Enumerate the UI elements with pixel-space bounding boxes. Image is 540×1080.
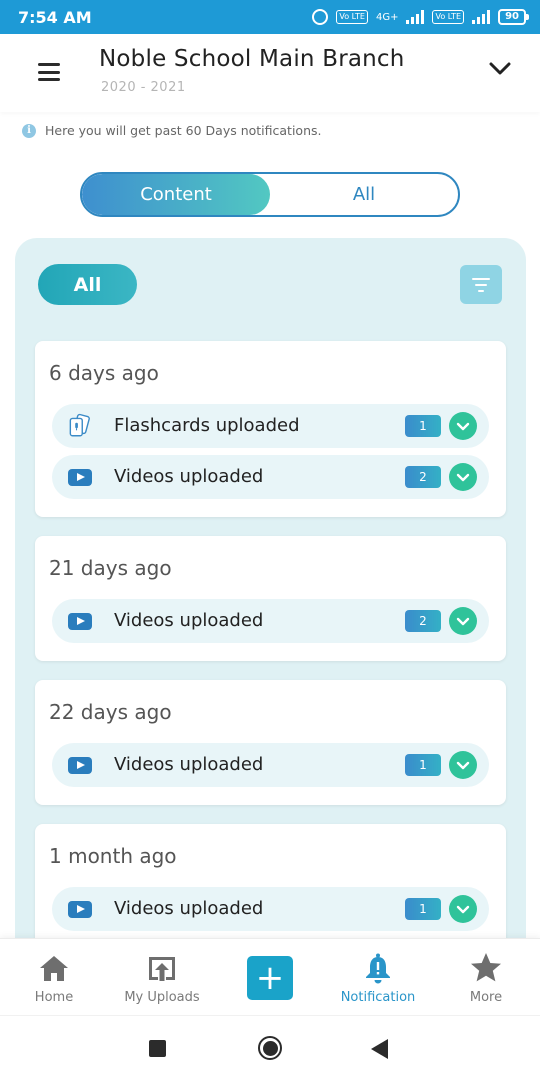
row-label: Videos uploaded (114, 898, 264, 919)
card-time: 1 month ago (49, 844, 177, 868)
tab-all[interactable]: All (270, 174, 458, 215)
nav-notification[interactable]: Notification (334, 939, 422, 1016)
count-badge: 1 (405, 415, 441, 437)
count-badge: 1 (405, 754, 441, 776)
video-icon (68, 611, 92, 631)
nav-label: Notification (340, 990, 416, 1005)
filter-icon[interactable] (460, 265, 502, 304)
notification-card: 1 month ago Videos uploaded 1 (35, 824, 506, 938)
bell-icon (366, 953, 390, 984)
notifications-panel: All 6 days ago Flashcards uploaded 1 Vid… (15, 238, 526, 938)
volte-badge-1: Vo LTE (336, 10, 368, 24)
recents-icon[interactable] (149, 1040, 166, 1057)
card-time: 6 days ago (49, 361, 159, 385)
filter-all-button[interactable]: All (38, 264, 137, 305)
upload-icon (149, 957, 175, 981)
school-year: 2020 - 2021 (101, 80, 186, 95)
expand-chevron-icon[interactable] (449, 412, 477, 440)
star-icon (471, 953, 501, 982)
alarm-icon (312, 9, 329, 25)
add-button[interactable]: + (247, 956, 293, 1000)
signal-icon-2 (472, 10, 491, 24)
row-label: Videos uploaded (114, 610, 264, 631)
row-label: Videos uploaded (114, 466, 264, 487)
count-badge: 2 (405, 466, 441, 488)
school-name: Noble School Main Branch (99, 46, 405, 72)
volte-badge-2: Vo LTE (432, 10, 465, 24)
card-time: 21 days ago (49, 556, 172, 580)
flashcards-icon (69, 413, 90, 437)
nav-label: Home (34, 990, 74, 1005)
home-circle-icon[interactable] (258, 1036, 282, 1060)
row-label: Videos uploaded (114, 754, 264, 775)
notification-card: 6 days ago Flashcards uploaded 1 Videos … (35, 341, 506, 517)
battery-icon: 90 (498, 9, 529, 25)
expand-chevron-icon[interactable] (449, 751, 477, 779)
notification-card: 21 days ago Videos uploaded 2 (35, 536, 506, 661)
notification-row[interactable]: Videos uploaded 2 (52, 455, 489, 499)
video-icon (68, 755, 92, 775)
status-indicators: Vo LTE 4G+ Vo LTE 90 (312, 9, 529, 25)
notification-row[interactable]: Videos uploaded 2 (52, 599, 489, 643)
signal-icon (406, 10, 425, 24)
nav-my-uploads[interactable]: My Uploads (118, 939, 206, 1016)
network-type: 4G+ (375, 11, 399, 23)
bottom-navigation: Home My Uploads + Notification More (0, 938, 540, 1015)
back-icon[interactable] (371, 1039, 388, 1059)
expand-chevron-icon[interactable] (449, 463, 477, 491)
status-time: 7:54 AM (18, 7, 92, 27)
nav-more[interactable]: More (450, 939, 522, 1016)
video-icon (68, 899, 92, 919)
notification-row[interactable]: Flashcards uploaded 1 (52, 404, 489, 448)
chevron-down-icon[interactable] (488, 56, 512, 80)
nav-label: More (469, 990, 503, 1005)
expand-chevron-icon[interactable] (449, 895, 477, 923)
content-segment-control: Content All (80, 172, 460, 217)
info-text: Here you will get past 60 Days notificat… (45, 123, 322, 138)
menu-icon[interactable] (38, 63, 60, 81)
tab-content[interactable]: Content (82, 174, 270, 215)
info-notice: i Here you will get past 60 Days notific… (22, 123, 321, 138)
notification-card: 22 days ago Videos uploaded 1 (35, 680, 506, 805)
system-navigation-bar (0, 1015, 540, 1080)
nav-home[interactable]: Home (18, 939, 90, 1016)
notification-row[interactable]: Videos uploaded 1 (52, 743, 489, 787)
notification-row[interactable]: Videos uploaded 1 (52, 887, 489, 931)
info-icon: i (22, 123, 36, 138)
home-icon (40, 956, 68, 981)
count-badge: 1 (405, 898, 441, 920)
count-badge: 2 (405, 610, 441, 632)
expand-chevron-icon[interactable] (449, 607, 477, 635)
video-icon (68, 467, 92, 487)
nav-label: My Uploads (124, 990, 200, 1005)
card-time: 22 days ago (49, 700, 172, 724)
status-bar: 7:54 AM Vo LTE 4G+ Vo LTE 90 (0, 0, 540, 34)
row-label: Flashcards uploaded (114, 415, 300, 436)
app-header: Noble School Main Branch 2020 - 2021 (0, 34, 540, 112)
